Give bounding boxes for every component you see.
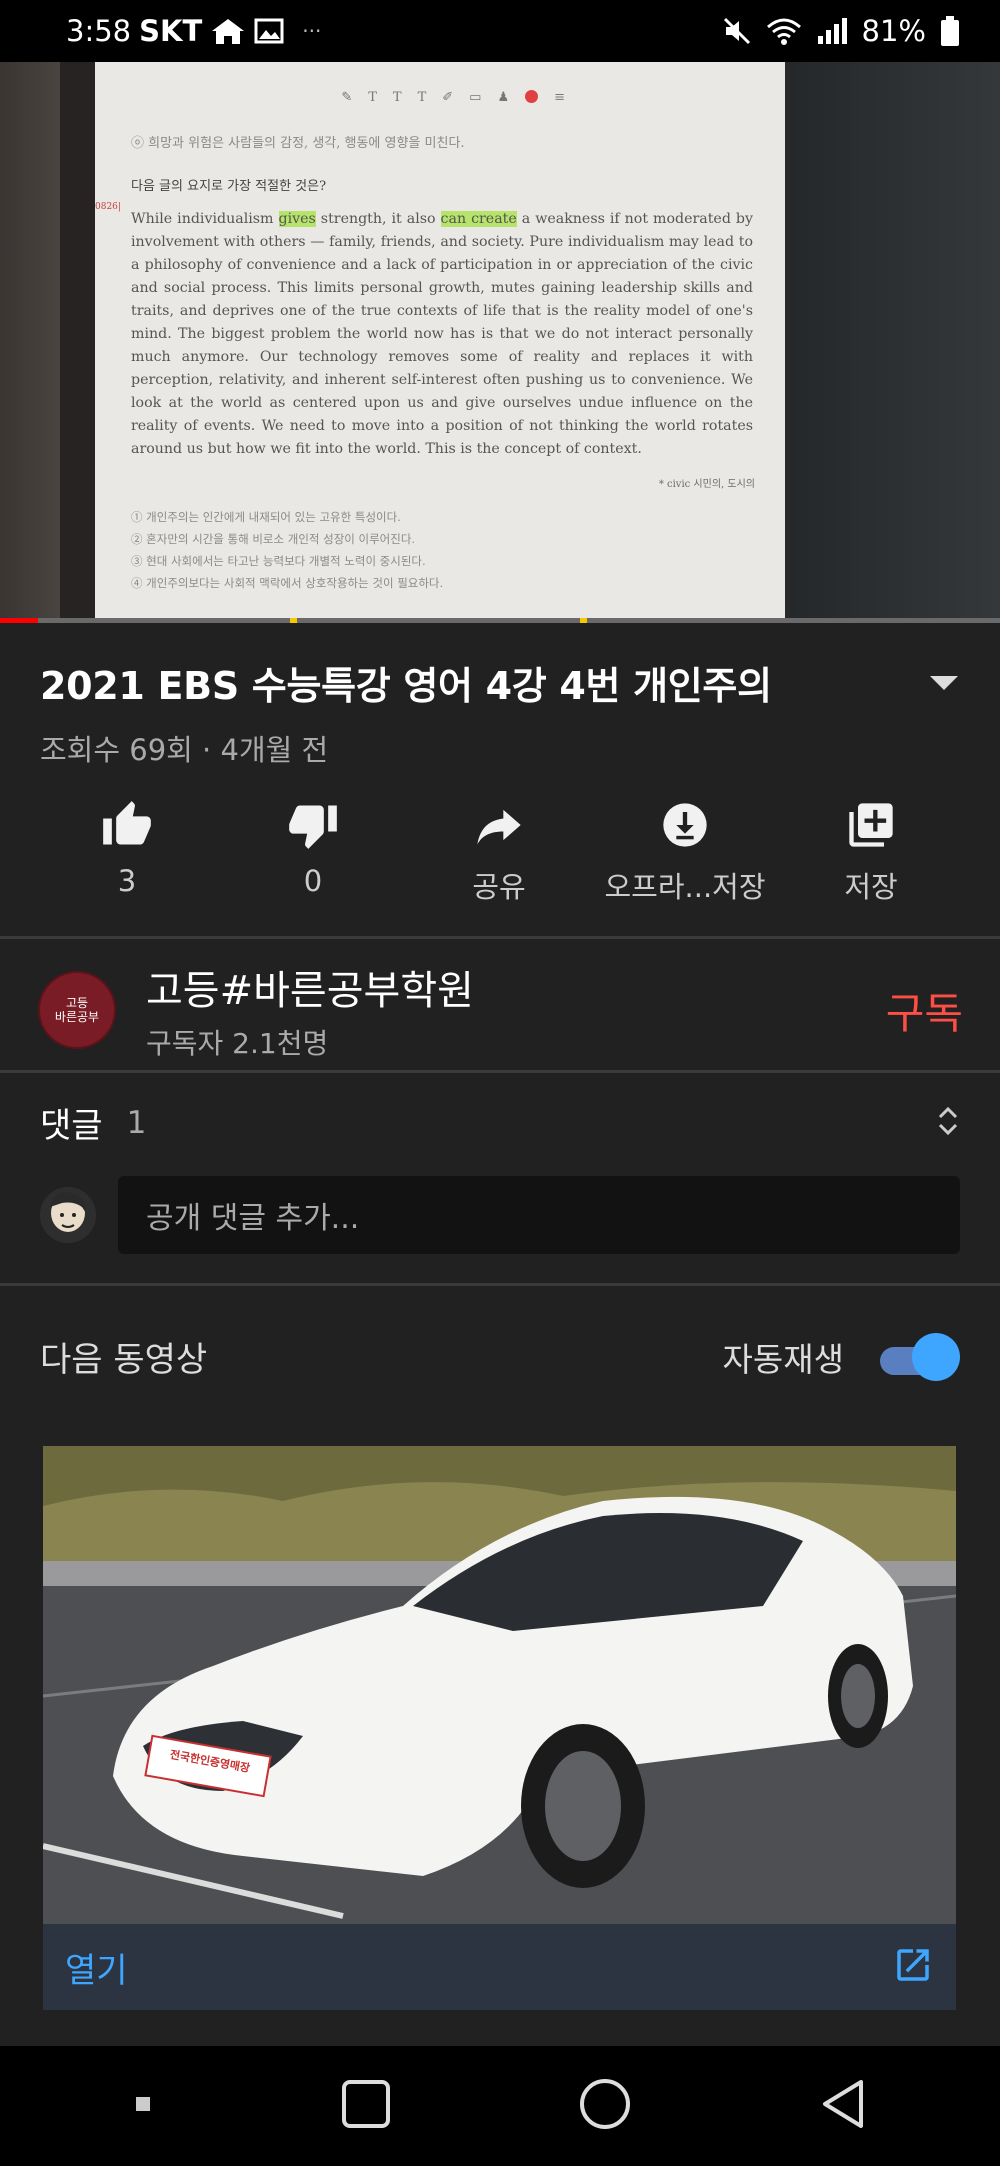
wifi-icon: [766, 16, 802, 46]
video-background-wall-right: [790, 62, 1000, 622]
up-next-title: 다음 동영상: [40, 1340, 208, 1380]
subscriber-count: 구독자 2.1천명: [146, 1027, 329, 1060]
projected-document: ✎ T T T ✐ ▭ ♟ ≡ ⓞ 희망과 위험은 사람들의 감정, 생각, 행…: [95, 62, 785, 622]
status-carrier: SKT: [139, 14, 203, 48]
mute-icon: [722, 16, 752, 46]
divider: [0, 1283, 1000, 1286]
expand-description-icon[interactable]: [928, 667, 960, 699]
option-2: ② 혼자만의 시간을 통해 비로소 개인적 성장이 이루어진다.: [131, 532, 416, 546]
ad-image[interactable]: 전국한인증영매장: [43, 1446, 956, 1924]
video-progress-bar[interactable]: [0, 618, 1000, 623]
comments-header[interactable]: 댓글 1: [40, 1098, 960, 1147]
nav-dot-icon: [133, 2094, 153, 2118]
highlight-can-create: can create: [440, 211, 517, 227]
home-network-icon: [210, 16, 246, 46]
menu-icon: ≡: [554, 90, 565, 105]
ad-open-bar[interactable]: 열기: [43, 1924, 956, 2010]
subscribe-button[interactable]: 구독: [886, 980, 963, 1041]
like-button[interactable]: 3: [34, 790, 220, 906]
option-4: ④ 개인주의보다는 사회적 맥락에서 상호작용하는 것이 필요하다.: [131, 576, 444, 590]
channel-avatar[interactable]: 고등 바른공부: [38, 971, 116, 1049]
avatar-text-line-2: 바른공부: [54, 1010, 100, 1024]
video-player[interactable]: ✎ T T T ✐ ▭ ♟ ≡ ⓞ 희망과 위험은 사람들의 감정, 생각, 행…: [0, 62, 1000, 622]
up-next-header: 다음 동영상 자동재생: [40, 1332, 960, 1381]
status-more-dots: ···: [302, 19, 322, 43]
recent-apps-icon[interactable]: [340, 2078, 392, 2134]
stamp-icon: ♟: [497, 90, 510, 105]
toggle-knob: [912, 1332, 960, 1381]
save-label: 저장: [844, 870, 898, 904]
video-meta: 조회수 69회 · 4개월 전: [40, 733, 329, 767]
download-icon: [657, 790, 713, 860]
document-annotation-toolbar: ✎ T T T ✐ ▭ ♟ ≡: [341, 90, 565, 105]
video-background-wall: [0, 62, 60, 622]
signal-icon: [816, 16, 848, 46]
share-label: 공유: [472, 870, 526, 904]
text-icon: T: [368, 90, 377, 105]
comment-input-row: 공개 댓글 추가...: [40, 1176, 960, 1254]
document-source-note: * civic 시민의, 도시의: [658, 479, 755, 490]
divider: [0, 1070, 1000, 1073]
thumbs-up-icon: [99, 790, 155, 860]
open-external-icon[interactable]: [892, 1944, 934, 1990]
highlighter-icon: ✐: [442, 90, 454, 105]
text-icon: T: [417, 90, 427, 105]
document-top-line: ⓞ 희망과 위험은 사람들의 감정, 생각, 행동에 영향을 미친다.: [131, 136, 465, 151]
back-icon[interactable]: [819, 2078, 867, 2134]
option-3: ③ 현대 사회에서는 타고난 능력보다 개별적 노력이 중시된다.: [131, 554, 426, 568]
autoplay-label: 자동재생: [722, 1339, 844, 1379]
user-avatar: [40, 1187, 96, 1243]
pen-icon: ✎: [341, 90, 353, 105]
autoplay-toggle[interactable]: [880, 1332, 960, 1381]
system-nav-bar: [0, 2046, 1000, 2166]
home-icon[interactable]: [578, 2077, 632, 2135]
ad-open-label: 열기: [65, 1950, 128, 1991]
like-count: 3: [117, 864, 137, 898]
option-1: ① 개인주의는 인간에게 내재되어 있는 고유한 특성이다.: [131, 510, 401, 524]
video-title: 2021 EBS 수능특강 영어 4강 4번 개인주의: [40, 664, 772, 708]
document-question: 다음 글의 요지로 가장 적절한 것은?: [131, 179, 327, 194]
highlight-gives: gives: [278, 211, 316, 227]
dislike-button[interactable]: 0: [220, 790, 406, 906]
video-title-row[interactable]: 2021 EBS 수능특강 영어 4강 4번 개인주의: [40, 655, 960, 710]
battery-percent: 81%: [861, 14, 926, 48]
channel-row[interactable]: 고등 바른공부 고등#바른공부학원 구독자 2.1천명 구독: [38, 958, 963, 1062]
channel-name: 고등#바른공부학원: [146, 968, 474, 1014]
comments-title: 댓글: [40, 1106, 103, 1146]
ad-card[interactable]: 전국한인증영매장 열기: [43, 1446, 956, 2010]
add-to-playlist-icon: [843, 790, 899, 860]
progress-played: [0, 618, 38, 623]
action-bar: 3 0 공유 오프라...저장 저장: [0, 790, 1000, 906]
offline-save-label: 오프라...저장: [604, 870, 766, 904]
share-button[interactable]: 공유: [406, 790, 592, 906]
comment-input[interactable]: 공개 댓글 추가...: [118, 1176, 960, 1254]
comment-icon: ▭: [469, 90, 482, 105]
ad-marker: [580, 618, 587, 623]
video-background-frame: [60, 62, 95, 622]
color-dot-icon: [525, 90, 539, 103]
thumbs-down-icon: [285, 790, 341, 860]
avatar-text-line-1: 고등: [65, 996, 89, 1010]
expand-comments-icon[interactable]: [936, 1103, 960, 1143]
document-passage: While individualism gives strength, it a…: [131, 211, 753, 457]
text-icon: T: [392, 90, 402, 105]
document-options: ① 개인주의는 인간에게 내재되어 있는 고유한 특성이다. ② 혼자만의 시간…: [131, 506, 755, 594]
divider: [0, 936, 1000, 939]
battery-icon: [940, 15, 960, 47]
document-item-number: 0826|: [95, 202, 121, 212]
gallery-icon: [254, 17, 284, 45]
dislike-count: 0: [303, 864, 323, 898]
share-icon: [471, 790, 527, 860]
save-to-playlist-button[interactable]: 저장: [778, 790, 964, 906]
ad-marker: [290, 618, 297, 623]
status-time: 3:58: [66, 14, 132, 48]
offline-save-button[interactable]: 오프라...저장: [592, 790, 778, 906]
status-bar: 3:58 SKT ··· 81%: [0, 0, 1000, 62]
comments-count: 1: [126, 1104, 147, 1141]
